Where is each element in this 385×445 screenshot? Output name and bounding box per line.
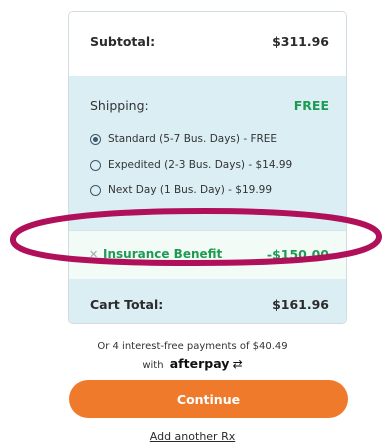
shipping-status: FREE [293, 98, 329, 113]
afterpay-installments-text: Or 4 interest-free payments of $40.49 [97, 341, 288, 352]
radio-unselected-icon[interactable] [90, 159, 101, 171]
shipping-option-expedited[interactable]: Expedited (2-3 Bus. Days) - $14.99 [90, 157, 292, 173]
radio-selected-icon[interactable] [90, 133, 101, 145]
continue-button[interactable]: Continue [69, 380, 348, 418]
afterpay-logo: afterpay [169, 356, 230, 371]
subtotal-value: $311.96 [272, 34, 329, 49]
radio-unselected-icon[interactable] [90, 184, 101, 196]
afterpay-arrows-icon: ⇄ [232, 357, 243, 371]
cart-total-label: Cart Total: [90, 297, 164, 312]
afterpay-with-text: with [142, 360, 164, 371]
insurance-benefit-label: Insurance Benefit [103, 247, 223, 261]
shipping-option-label: Expedited (2-3 Bus. Days) - $14.99 [108, 159, 293, 171]
cart-summary-card: Subtotal: $311.96 Shipping: FREE Standar… [68, 11, 347, 324]
shipping-option-standard[interactable]: Standard (5-7 Bus. Days) - FREE [90, 131, 277, 147]
shipping-option-next-day[interactable]: Next Day (1 Bus. Day) - $19.99 [90, 182, 272, 198]
insurance-benefit-row: ✕ Insurance Benefit -$150.00 [69, 230, 346, 280]
add-another-rx-link[interactable]: Add another Rx [0, 430, 385, 443]
shipping-option-label: Next Day (1 Bus. Day) - $19.99 [108, 184, 273, 196]
subtotal-label: Subtotal: [90, 34, 156, 49]
shipping-option-label: Standard (5-7 Bus. Days) - FREE [108, 133, 278, 145]
cart-total-value: $161.96 [272, 297, 329, 312]
shipping-label: Shipping: [90, 98, 149, 113]
shipping-section: Shipping: FREE Standard (5-7 Bus. Days) … [69, 76, 346, 230]
subtotal-row: Subtotal: $311.96 [69, 12, 346, 77]
cart-total-row: Cart Total: $161.96 [69, 279, 346, 323]
close-icon[interactable]: ✕ [89, 248, 98, 261]
afterpay-line: with afterpay ⇄ [0, 356, 385, 371]
insurance-benefit-value: -$150.00 [266, 247, 329, 262]
